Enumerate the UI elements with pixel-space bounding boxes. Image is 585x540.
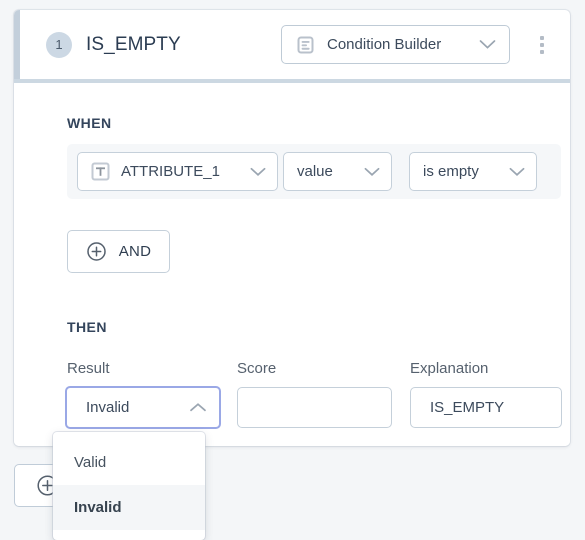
kebab-dot (540, 42, 544, 47)
property-select[interactable]: value (283, 152, 392, 191)
then-section-label: THEN (67, 319, 107, 335)
explanation-field-label: Explanation (410, 360, 489, 377)
property-value: value (297, 163, 333, 180)
chevron-down-icon (364, 167, 380, 177)
add-and-condition-button[interactable]: AND (67, 230, 170, 273)
header-actions: Condition Builder (281, 25, 570, 64)
chevron-down-icon (509, 167, 525, 177)
attribute-value: ATTRIBUTE_1 (121, 163, 220, 180)
result-field-label: Result (67, 360, 110, 377)
text-type-icon (91, 162, 110, 181)
result-option-invalid[interactable]: Invalid (53, 485, 205, 530)
chevron-down-icon (461, 39, 496, 50)
rule-card-body: WHEN ATTRIBUTE_1 value is empty AND THEN… (14, 83, 570, 446)
result-selected-value: Invalid (86, 399, 130, 416)
operator-value: is empty (423, 163, 479, 180)
kebab-dot (540, 49, 544, 54)
operator-select[interactable]: is empty (409, 152, 537, 191)
attribute-select[interactable]: ATTRIBUTE_1 (77, 152, 278, 191)
condition-row: ATTRIBUTE_1 value is empty (67, 144, 561, 199)
more-vertical-icon[interactable] (532, 32, 552, 58)
chevron-up-icon (189, 402, 207, 413)
when-section-label: WHEN (67, 115, 112, 131)
document-list-icon (297, 36, 314, 54)
result-dropdown-menu: Valid Invalid (53, 432, 205, 540)
rule-card-header: 1 IS_EMPTY Condition Builder (20, 10, 570, 79)
result-select[interactable]: Invalid (65, 386, 221, 429)
score-input[interactable] (237, 387, 392, 428)
step-number-badge: 1 (46, 31, 72, 58)
score-field-label: Score (237, 360, 277, 377)
chevron-down-icon (250, 167, 266, 177)
condition-builder-select[interactable]: Condition Builder (281, 25, 510, 64)
explanation-input[interactable]: IS_EMPTY (410, 387, 562, 428)
result-option-valid[interactable]: Valid (53, 440, 205, 485)
add-and-condition-label: AND (118, 243, 152, 260)
rule-card: 1 IS_EMPTY Condition Builder WHEN ATTRIB… (14, 10, 570, 446)
kebab-dot (540, 35, 544, 40)
condition-builder-label: Condition Builder (327, 36, 442, 53)
plus-circle-icon (86, 241, 107, 262)
rule-title: IS_EMPTY (86, 33, 181, 55)
